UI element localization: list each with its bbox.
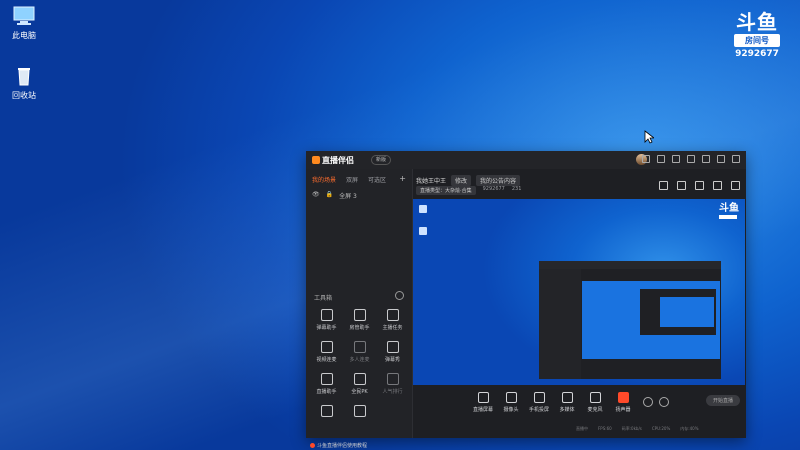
scene-item[interactable]: 👁 🔒 全屏 3	[312, 191, 357, 200]
scene-panel: 我的场景 双屏 可选区 + 👁 🔒 全屏 3 工具箱 弹幕助手 房管助手 主播任…	[306, 169, 413, 449]
app-logo: 直播伴侣	[312, 155, 354, 166]
screen-capture-button[interactable]: 直播屏幕	[469, 391, 497, 413]
ranking-icon	[386, 373, 399, 385]
stream-info-row: 我她王中王 修改 我的公告内容	[416, 175, 521, 186]
microphone-button[interactable]: 麦克风	[581, 391, 609, 413]
scene-tabs: 我的场景 双屏 可选区	[312, 175, 386, 184]
add-scene-icon[interactable]: +	[399, 174, 406, 183]
speaker-button[interactable]: 扬声器	[609, 391, 637, 413]
message-icon[interactable]	[642, 155, 650, 163]
skin-icon[interactable]	[672, 155, 680, 163]
announcement[interactable]: 我的公告内容	[476, 175, 521, 186]
room-tools	[659, 181, 740, 190]
camera-button[interactable]: 摄像头	[497, 391, 525, 413]
settings-icon[interactable]	[659, 397, 669, 407]
live-dot-icon	[310, 443, 315, 448]
start-live-button[interactable]: 开始直播	[705, 395, 740, 406]
tab-dual-screen[interactable]: 双屏	[346, 175, 358, 184]
stream-meta-row: 直播类型：大杂烩·合集 9292677 231	[416, 186, 521, 195]
tutorial-link[interactable]: 斗鱼直播伴侣使用教程	[310, 442, 367, 449]
desktop-icon-recycle-bin[interactable]: 回收站	[0, 66, 48, 101]
tab-my-scenes[interactable]: 我的场景	[312, 175, 336, 184]
mouse-cursor-icon	[644, 130, 654, 144]
version-badge[interactable]: 新版	[371, 155, 392, 165]
recycle-bin-icon	[419, 227, 427, 235]
group-icon	[353, 341, 366, 353]
stream-preview[interactable]: 斗鱼	[413, 199, 745, 385]
streamer-name: 我她王中王	[416, 178, 447, 185]
gift-icon[interactable]	[657, 155, 665, 163]
desktop-icon-label: 此电脑	[12, 31, 36, 40]
category-pill[interactable]: 直播类型：大杂烩·合集	[416, 186, 476, 195]
phone-cast-button[interactable]: 手机投屏	[525, 391, 553, 413]
clipboard-icon	[320, 373, 333, 385]
camera-icon	[505, 391, 517, 403]
mic-link-icon	[320, 341, 333, 353]
tools-title: 工具箱	[314, 295, 333, 302]
maximize-icon[interactable]	[717, 155, 725, 163]
tool-room-admin[interactable]: 房管助手	[343, 309, 376, 331]
tool-triangle[interactable]	[310, 405, 343, 420]
nested-app-capture	[539, 261, 721, 379]
tool-tasks[interactable]: 主播任务	[376, 309, 409, 331]
streaming-app-window: 直播伴侣 新版 我的场景 双屏 可选区 + 👁 🔒 全屏 3 工具箱 弹幕助手	[306, 151, 746, 449]
lock-room-icon[interactable]	[677, 181, 686, 190]
task-icon	[386, 309, 399, 321]
tool-pk[interactable]: 全民PK	[343, 373, 376, 395]
user-icon	[353, 309, 366, 321]
flame-icon	[312, 156, 320, 164]
computer-icon	[419, 205, 427, 213]
room-label: 房间号	[734, 34, 780, 47]
app-name: 直播伴侣	[322, 156, 354, 165]
tool-video-link[interactable]: 视频连麦	[310, 341, 343, 363]
close-icon[interactable]	[732, 155, 740, 163]
desktop-icon-this-pc[interactable]: 此电脑	[0, 6, 48, 41]
preview-watermark: 斗鱼	[719, 204, 739, 219]
computer-icon	[12, 6, 36, 26]
speaker-icon	[617, 391, 629, 403]
share-icon[interactable]	[731, 181, 740, 190]
scene-name: 全屏 3	[339, 193, 357, 200]
chat-icon	[320, 309, 333, 321]
record-icon[interactable]	[643, 397, 653, 407]
microphone-icon	[589, 391, 601, 403]
source-controls: 直播屏幕 摄像头 手机投屏 多媒体 麦克风 扬声器 开始直播	[413, 385, 746, 419]
app-titlebar: 直播伴侣 新版	[306, 151, 746, 169]
tools-grid: 弹幕助手 房管助手 主播任务 视频连麦 多人连麦 弹幕秀 直播助手 全民PK 人…	[310, 309, 410, 420]
tool-danmaku-show[interactable]: 弹幕秀	[376, 341, 409, 363]
tool-assistant[interactable]: 直播助手	[310, 373, 343, 395]
desktop-icon-label: 回收站	[12, 91, 36, 100]
tool-ranking[interactable]: 人气排行	[376, 373, 409, 395]
edit-button[interactable]: 修改	[451, 175, 472, 186]
play-icon	[561, 391, 573, 403]
pk-icon	[353, 373, 366, 385]
room-number: 9292677	[735, 49, 779, 59]
window-icon	[353, 405, 366, 417]
tv-icon	[386, 341, 399, 353]
more-tools-icon[interactable]	[395, 291, 404, 300]
save-icon[interactable]	[695, 181, 704, 190]
brand-logo: 斗鱼	[736, 10, 778, 34]
settings-icon[interactable]	[687, 155, 695, 163]
tool-window[interactable]	[343, 405, 376, 420]
minimize-icon[interactable]	[702, 155, 710, 163]
media-button[interactable]: 多媒体	[553, 391, 581, 413]
tool-danmaku[interactable]: 弹幕助手	[310, 309, 343, 331]
status-bar: 直播中 FPS:60 码率:0kb/s CPU:20% 内存:40%	[576, 426, 699, 431]
triangle-icon	[320, 405, 333, 417]
douyu-watermark: 斗鱼 房间号 9292677	[728, 12, 786, 59]
bell-icon[interactable]	[713, 181, 722, 190]
tab-selectable[interactable]: 可选区	[368, 175, 386, 184]
titlebar-controls	[642, 155, 740, 163]
fans-count: 231	[511, 186, 522, 192]
lock-icon[interactable]: 🔒	[326, 191, 333, 200]
room-id: 9292677	[482, 186, 505, 192]
tool-multi-link[interactable]: 多人连麦	[343, 341, 376, 363]
eye-icon[interactable]: 👁	[312, 191, 320, 200]
recycle-bin-icon	[12, 66, 36, 86]
gift-box-icon[interactable]	[659, 181, 668, 190]
monitor-icon	[477, 391, 489, 403]
phone-icon	[533, 391, 545, 403]
